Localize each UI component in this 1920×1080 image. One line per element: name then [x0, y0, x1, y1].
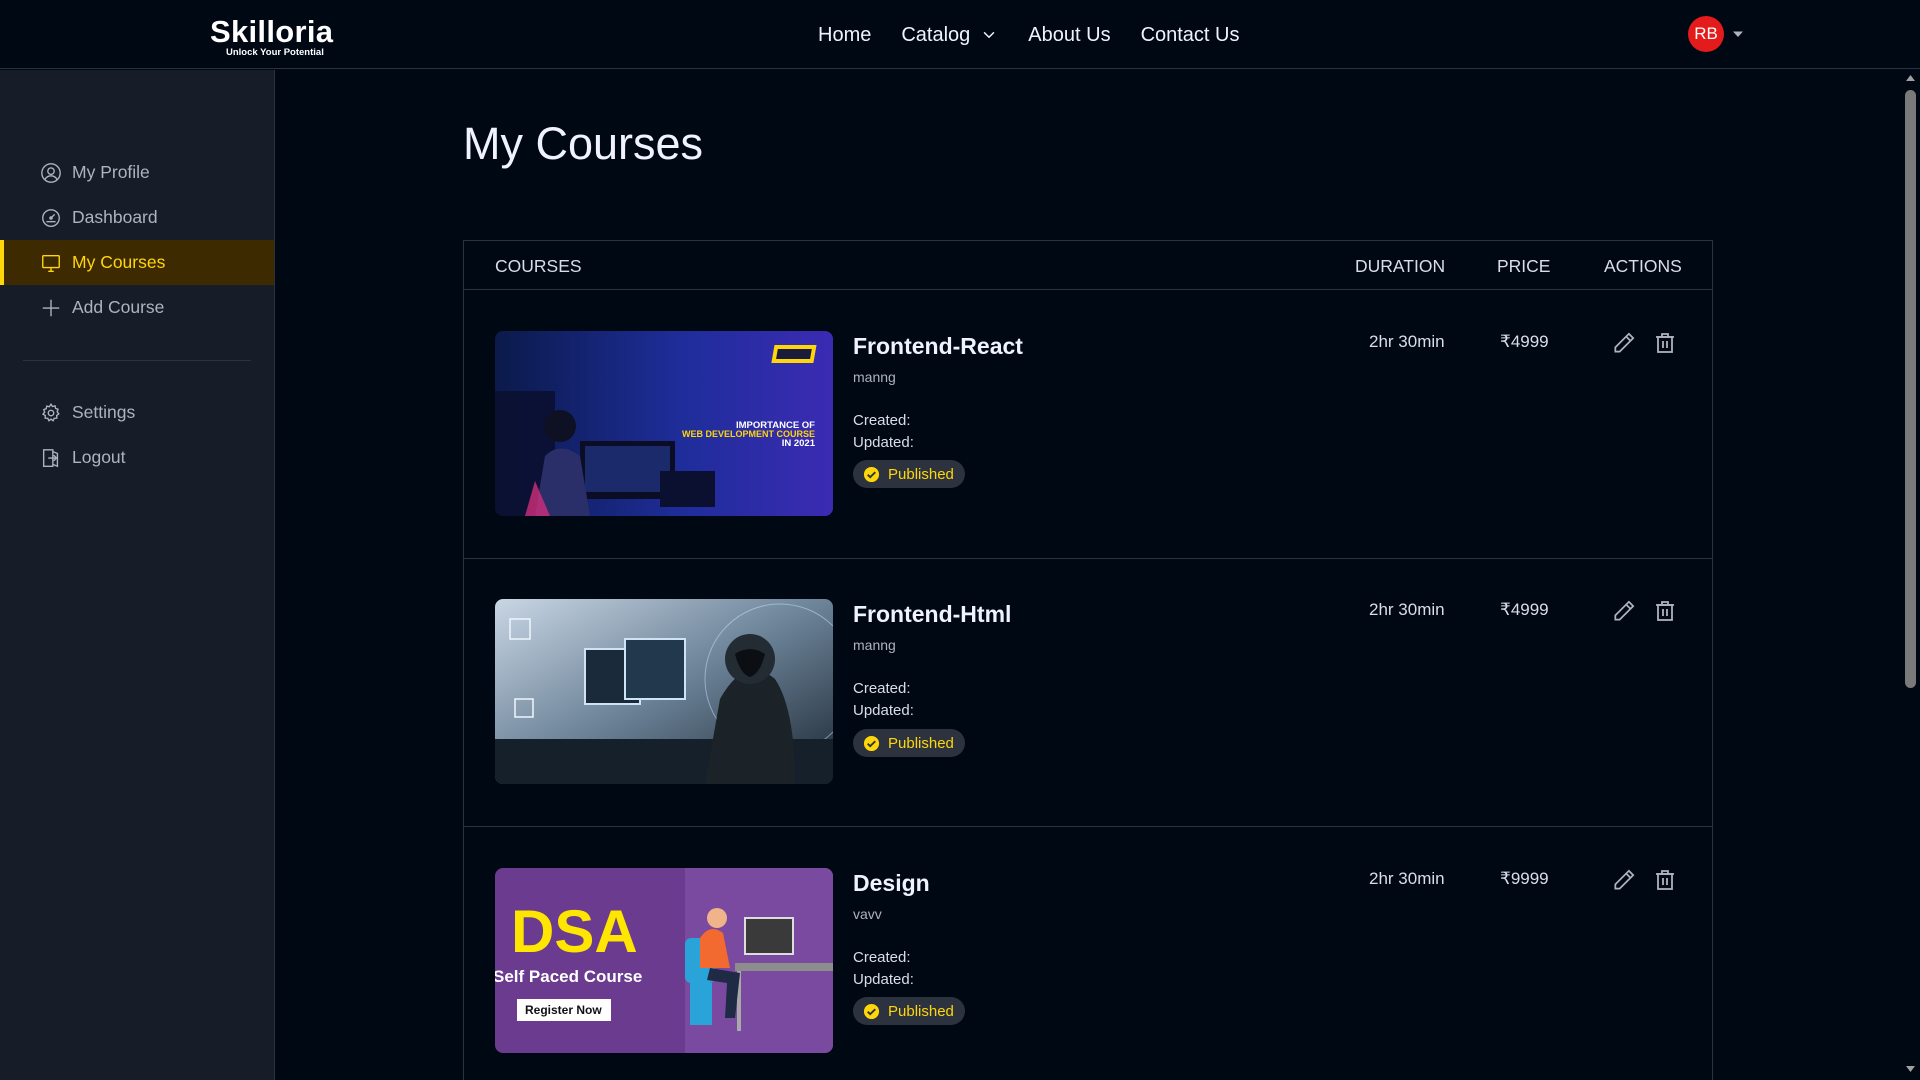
scrollbar-thumb[interactable] [1905, 90, 1916, 688]
sidebar-item-dashboard[interactable]: Dashboard [0, 195, 274, 240]
course-description: manng [853, 637, 896, 653]
svg-text:DSA: DSA [511, 898, 638, 965]
sidebar-item-label: Settings [72, 402, 136, 422]
course-price: ₹9999 [1500, 869, 1549, 888]
scroll-up-arrow-icon[interactable] [1905, 74, 1916, 82]
header-actions: ACTIONS [1604, 256, 1682, 276]
nav-home-link[interactable]: Home [818, 22, 871, 48]
status-label: Published [888, 734, 954, 752]
course-description: manng [853, 369, 896, 385]
course-updated: Updated: [853, 702, 914, 719]
check-circle-icon [863, 735, 880, 751]
user-circle-icon [41, 162, 61, 183]
check-circle-icon [863, 1003, 880, 1019]
nav-catalog-dropdown[interactable]: Catalog [901, 22, 998, 48]
course-duration: 2hr 30min [1369, 869, 1445, 888]
course-thumbnail[interactable]: DSA Self Paced Course Register Now [495, 868, 833, 1053]
gear-icon [41, 402, 60, 422]
course-duration: 2hr 30min [1369, 332, 1445, 351]
monitor-icon [42, 254, 60, 272]
svg-text:Self Paced Course: Self Paced Course [495, 967, 642, 986]
course-created: Created: [853, 949, 911, 966]
course-updated: Updated: [853, 971, 914, 988]
brand-logo[interactable]: Skilloria Unlock Your Potential [210, 16, 350, 62]
course-duration: 2hr 30min [1369, 600, 1445, 619]
nav-about-link[interactable]: About Us [1028, 22, 1110, 48]
web-dev-thumbnail-image: IMPORTANCE OF WEB DEVELOPMENT COURSE IN … [495, 331, 833, 516]
page-scrollbar[interactable] [1901, 70, 1920, 1080]
sidebar-item-my-courses[interactable]: My Courses [0, 240, 274, 285]
top-navbar: Skilloria Unlock Your Potential Home Cat… [0, 0, 1920, 69]
dsa-thumbnail-image: DSA Self Paced Course Register Now [495, 868, 833, 1053]
trash-icon[interactable] [1653, 867, 1677, 893]
sidebar-item-label: My Profile [72, 162, 150, 182]
chevron-down-icon [984, 32, 995, 38]
sidebar: My Profile Dashboard My Courses Add Cour… [0, 70, 275, 1080]
check-circle-icon [863, 466, 880, 482]
course-title: Frontend-Html [853, 601, 1012, 627]
edit-icon[interactable] [1611, 867, 1637, 893]
header-duration: DURATION [1355, 256, 1446, 276]
nav-catalog-label: Catalog [901, 24, 971, 46]
course-thumbnail[interactable]: IMPORTANCE OF WEB DEVELOPMENT COURSE IN … [495, 331, 833, 516]
status-badge: Published [853, 729, 965, 757]
sidebar-item-logout[interactable]: Logout [0, 435, 274, 480]
logout-icon [42, 448, 59, 467]
table-row: Frontend-Html manng Created: Updated: Pu… [464, 559, 1712, 827]
avatar: RB [1688, 16, 1724, 52]
plus-icon [42, 299, 60, 316]
sidebar-item-settings[interactable]: Settings [0, 390, 274, 435]
page-title: My Courses [463, 118, 704, 169]
svg-text:Register Now: Register Now [525, 1003, 602, 1017]
caret-down-icon [1733, 31, 1743, 37]
sidebar-item-label: Dashboard [72, 207, 158, 227]
svg-text:IN 2021: IN 2021 [782, 438, 816, 449]
course-description: vavv [853, 906, 882, 922]
status-badge: Published [853, 460, 965, 488]
course-price: ₹4999 [1500, 332, 1549, 351]
sidebar-item-label: Logout [72, 447, 126, 467]
trash-icon[interactable] [1653, 330, 1677, 356]
sidebar-item-add-course[interactable]: Add Course [0, 285, 274, 330]
edit-icon[interactable] [1611, 598, 1637, 624]
status-label: Published [888, 465, 954, 483]
header-price: PRICE [1497, 256, 1551, 276]
table-header: COURSES DURATION PRICE ACTIONS [464, 241, 1712, 290]
profile-dropdown[interactable]: RB [1688, 16, 1744, 52]
edit-icon[interactable] [1611, 330, 1637, 356]
courses-table: COURSES DURATION PRICE ACTIONS IMPORTANC… [463, 240, 1713, 1080]
course-price: ₹4999 [1500, 600, 1549, 619]
sidebar-divider [23, 360, 251, 361]
table-row: IMPORTANCE OF WEB DEVELOPMENT COURSE IN … [464, 291, 1712, 559]
brand-name: Skilloria [210, 14, 334, 49]
nav-contact-link[interactable]: Contact Us [1141, 22, 1240, 48]
cybersecurity-thumbnail-image [495, 599, 833, 784]
course-created: Created: [853, 680, 911, 697]
course-title: Design [853, 870, 930, 896]
status-label: Published [888, 1002, 954, 1020]
course-thumbnail[interactable] [495, 599, 833, 784]
status-badge: Published [853, 997, 965, 1025]
trash-icon[interactable] [1653, 598, 1677, 624]
main-nav: Home Catalog About Us Contact Us [818, 22, 1240, 48]
sidebar-item-label: My Courses [72, 252, 166, 272]
sidebar-item-my-profile[interactable]: My Profile [0, 150, 274, 195]
course-updated: Updated: [853, 434, 914, 451]
course-title: Frontend-React [853, 333, 1023, 359]
gauge-icon [42, 208, 60, 227]
table-row: DSA Self Paced Course Register Now Desig… [464, 828, 1712, 1080]
scroll-down-arrow-icon[interactable] [1905, 1065, 1916, 1073]
course-created: Created: [853, 412, 911, 429]
sidebar-item-label: Add Course [72, 297, 165, 317]
header-courses: COURSES [495, 256, 582, 276]
